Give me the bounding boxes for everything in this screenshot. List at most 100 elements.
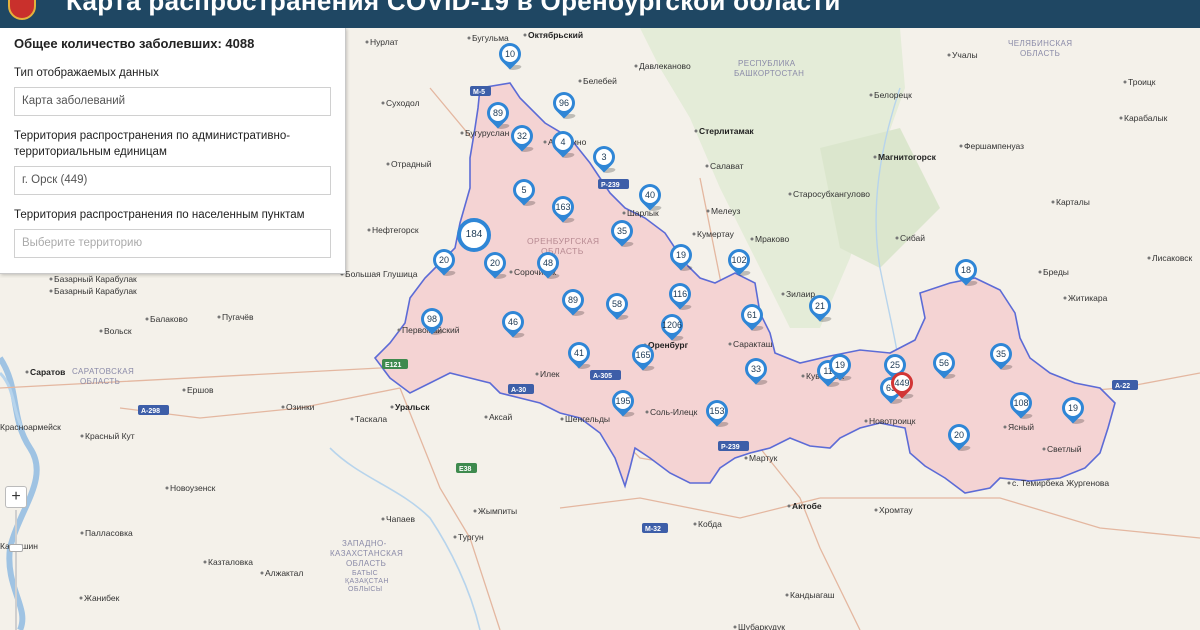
map-marker[interactable]: 5 bbox=[508, 174, 540, 209]
map-marker[interactable]: 89 bbox=[557, 284, 589, 319]
zoom-slider-track[interactable] bbox=[9, 510, 23, 630]
city-label: Бугульма bbox=[472, 33, 509, 43]
marker-count: 4 bbox=[560, 137, 566, 147]
marker-count: 41 bbox=[573, 348, 584, 358]
map-marker[interactable]: 40 bbox=[634, 179, 666, 214]
city-label: Карталы bbox=[1056, 197, 1090, 207]
marker-count: 19 bbox=[834, 360, 845, 370]
marker-count: 1206 bbox=[661, 320, 683, 330]
map-marker-selected[interactable]: 449 bbox=[886, 367, 918, 402]
city-dot bbox=[367, 228, 371, 232]
city-dot bbox=[874, 508, 878, 512]
map-marker[interactable]: 21 bbox=[804, 290, 836, 325]
city-label: Салават bbox=[710, 161, 744, 171]
region-label-westkz-kaz-1: БАТЫС bbox=[352, 570, 378, 577]
city-dot bbox=[959, 144, 963, 148]
map-marker[interactable]: 89 bbox=[482, 97, 514, 132]
city-dot bbox=[523, 33, 527, 37]
marker-count: 46 bbox=[507, 317, 518, 327]
map-marker[interactable]: 32 bbox=[506, 120, 538, 155]
city-label: Кобда bbox=[698, 519, 722, 529]
city-dot bbox=[705, 164, 709, 168]
city-label: Балаково bbox=[150, 314, 188, 324]
city-dot bbox=[1063, 296, 1067, 300]
city-dot bbox=[165, 486, 169, 490]
city-label: Актобе bbox=[792, 501, 822, 511]
city-label: Красноармейск bbox=[0, 422, 61, 432]
city-label: Жымпиты bbox=[478, 506, 517, 516]
marker-count: 25 bbox=[889, 360, 900, 370]
city-dot bbox=[1119, 116, 1123, 120]
region-label-westkz-kaz-2: ҚАЗАҚСТАН bbox=[345, 578, 389, 585]
map-marker[interactable]: 3 bbox=[588, 141, 620, 176]
admin-territory-select[interactable]: г. Орск (449) bbox=[14, 166, 331, 195]
city-label: Красный Кут bbox=[85, 431, 135, 441]
map-marker[interactable]: 4 bbox=[547, 126, 579, 161]
map-marker[interactable]: 33 bbox=[740, 353, 772, 388]
city-dot bbox=[79, 596, 83, 600]
map-marker[interactable]: 18 bbox=[950, 254, 982, 289]
map-marker[interactable]: 58 bbox=[601, 288, 633, 323]
marker-count: 58 bbox=[611, 299, 622, 309]
map-marker[interactable]: 41 bbox=[563, 337, 595, 372]
map-marker[interactable]: 48 bbox=[532, 247, 564, 282]
map-marker[interactable]: 19 bbox=[665, 239, 697, 274]
map-marker[interactable]: 20 bbox=[479, 247, 511, 282]
road-label: А-30 bbox=[508, 384, 534, 394]
road-label: Е121 bbox=[382, 359, 408, 369]
settlement-territory-select[interactable]: Выберите территорию bbox=[14, 229, 331, 258]
city-label: Большая Глушица bbox=[345, 269, 418, 279]
map-marker[interactable]: 10 bbox=[494, 38, 526, 73]
city-label: Нефтегорск bbox=[372, 225, 419, 235]
zoom-slider-thumb[interactable] bbox=[9, 544, 23, 552]
map-marker[interactable]: 102 bbox=[723, 244, 755, 279]
region-label-orenburg-1: ОРЕНБУРГСКАЯ bbox=[527, 236, 599, 246]
city-label: Жанибек bbox=[84, 593, 120, 603]
city-label: Новотроицк bbox=[869, 416, 916, 426]
city-label: Светлый bbox=[1047, 444, 1082, 454]
city-dot bbox=[785, 593, 789, 597]
map-marker[interactable]: 20 bbox=[428, 244, 460, 279]
map-marker[interactable]: 163 bbox=[547, 191, 579, 226]
city-label: Саратов bbox=[30, 367, 65, 377]
city-dot bbox=[381, 517, 385, 521]
map-marker[interactable]: 19 bbox=[824, 349, 856, 384]
city-dot bbox=[733, 625, 737, 629]
map-marker[interactable]: 108 bbox=[1005, 387, 1037, 422]
city-dot bbox=[397, 328, 401, 332]
map-marker[interactable]: 116 bbox=[664, 278, 696, 313]
marker-count: 89 bbox=[492, 108, 503, 118]
city-label: Ершов bbox=[187, 385, 214, 395]
map-marker[interactable]: 153 bbox=[701, 395, 733, 430]
map-marker[interactable]: 19 bbox=[1057, 392, 1089, 427]
map-marker[interactable]: 98 bbox=[416, 303, 448, 338]
map-marker[interactable]: 35 bbox=[606, 215, 638, 250]
region-label-westkz-3: ОБЛАСТЬ bbox=[346, 559, 386, 568]
map-marker[interactable]: 56 bbox=[928, 347, 960, 382]
map-marker[interactable]: 61 bbox=[736, 299, 768, 334]
map-marker[interactable]: 35 bbox=[985, 338, 1017, 373]
region-label-bashkortostan-1: РЕСПУБЛИКА bbox=[738, 59, 796, 68]
map-marker[interactable]: 96 bbox=[548, 87, 580, 122]
city-dot bbox=[634, 64, 638, 68]
city-dot bbox=[781, 292, 785, 296]
map-marker[interactable]: 46 bbox=[497, 306, 529, 341]
city-label: Саракташ bbox=[733, 339, 773, 349]
city-label: Кандыагаш bbox=[790, 590, 835, 600]
map-marker[interactable]: 1206 bbox=[656, 309, 688, 344]
settlement-territory-label: Территория распространения по населенным… bbox=[14, 209, 305, 221]
city-label: Мраково bbox=[755, 234, 789, 244]
map-marker[interactable]: 20 bbox=[943, 419, 975, 454]
zoom-in-button[interactable]: + bbox=[5, 486, 27, 508]
map-marker[interactable]: 195 bbox=[607, 385, 639, 420]
city-dot bbox=[99, 329, 103, 333]
map-marker[interactable]: 184 bbox=[457, 218, 491, 252]
data-type-select[interactable]: Карта заболеваний bbox=[14, 87, 331, 116]
city-label: Базарный Карабулак bbox=[54, 286, 137, 296]
map-marker[interactable]: 165 bbox=[627, 339, 659, 374]
region-label-chelyabinsk-2: ОБЛАСТЬ bbox=[1020, 49, 1060, 58]
city-dot bbox=[692, 232, 696, 236]
marker-count: 35 bbox=[995, 349, 1006, 359]
header-bar: Карта распространения COVID-19 в Оренбур… bbox=[0, 0, 1200, 28]
city-dot bbox=[1007, 481, 1011, 485]
